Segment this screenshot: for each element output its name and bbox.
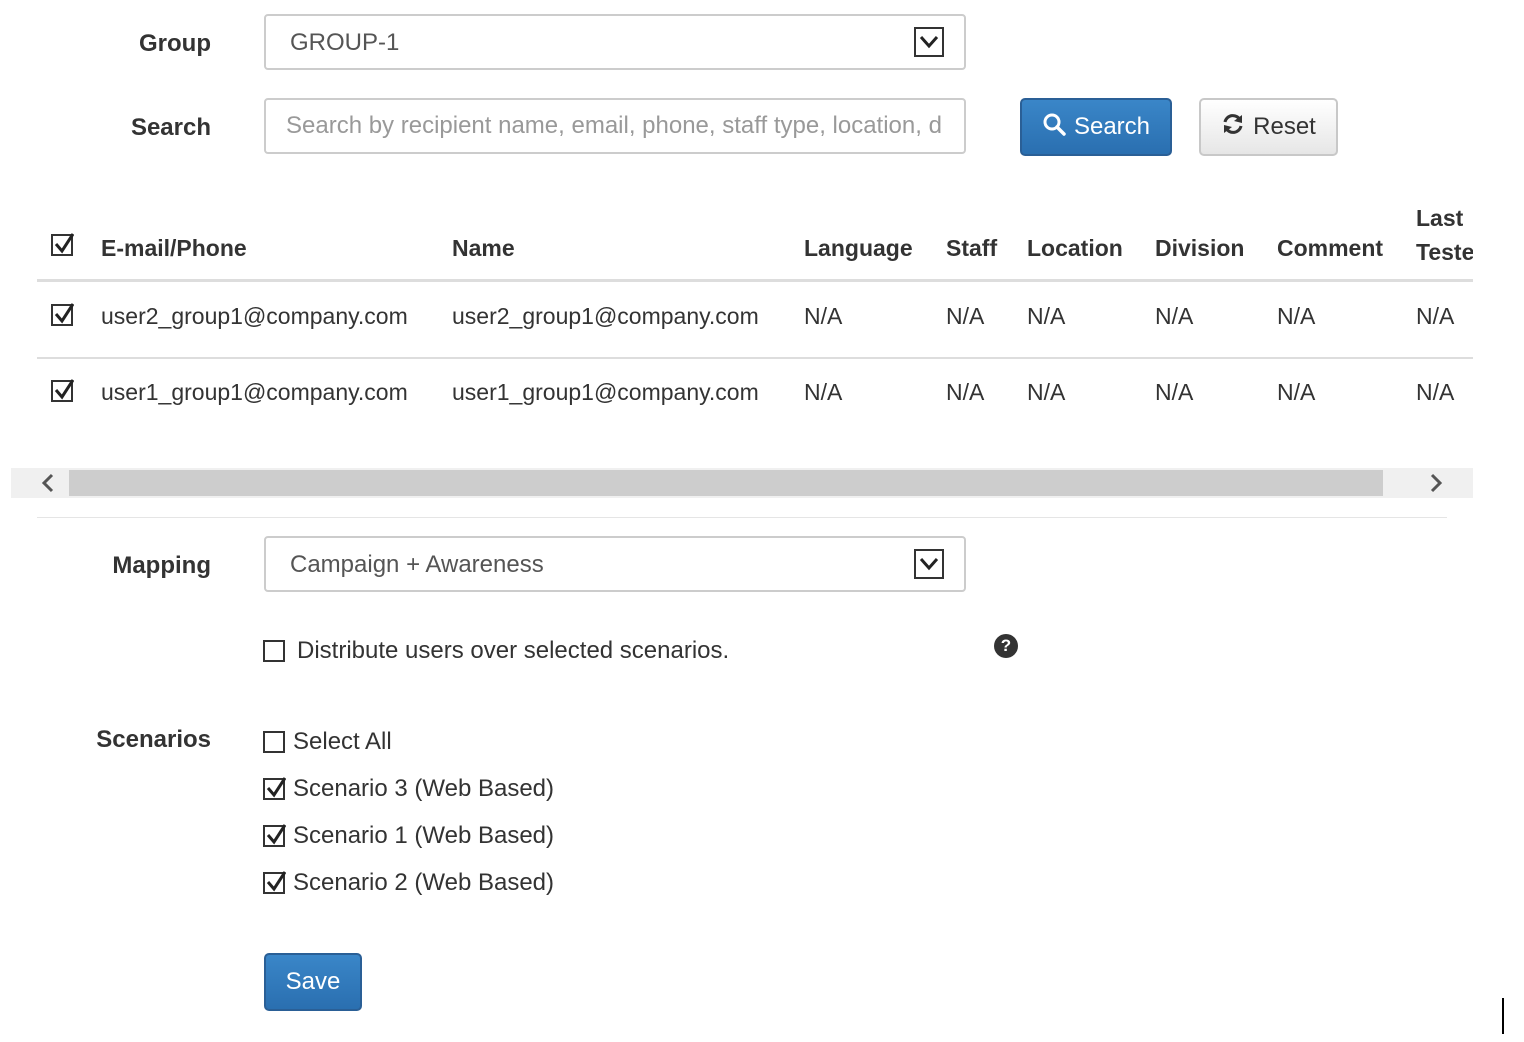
- scenario-label: Scenario 1 (Web Based): [293, 822, 555, 849]
- search-field-wrapper: [264, 98, 966, 154]
- reset-button[interactable]: Reset: [1199, 98, 1338, 156]
- column-header-last-tested[interactable]: Last Teste: [1416, 201, 1473, 269]
- cell-last-tested: N/A: [1416, 303, 1455, 329]
- recipients-table: E-mail/Phone Name Language Staff Locatio…: [37, 195, 1473, 435]
- cell-location: N/A: [1027, 379, 1066, 405]
- select-all-scenarios-checkbox[interactable]: [263, 731, 285, 753]
- cell-name: user2_group1@company.com: [452, 303, 759, 329]
- scenario-checkbox[interactable]: [263, 824, 286, 847]
- search-icon: [1042, 112, 1066, 143]
- cell-last-tested: N/A: [1416, 379, 1455, 405]
- scrollbar-thumb[interactable]: [69, 470, 1383, 496]
- distribute-users-option[interactable]: Distribute users over selected scenarios…: [263, 637, 729, 665]
- select-all-scenarios-option[interactable]: Select All: [263, 728, 392, 756]
- scenario-label: Scenario 3 (Web Based): [293, 775, 555, 802]
- scenario-label: Scenario 2 (Web Based): [293, 869, 555, 896]
- group-label: Group: [139, 30, 211, 57]
- mapping-select[interactable]: Campaign + Awareness: [264, 536, 966, 592]
- cell-name: user1_group1@company.com: [452, 379, 759, 405]
- column-header-comment[interactable]: Comment: [1277, 235, 1383, 262]
- cell-location: N/A: [1027, 303, 1066, 329]
- cell-comment: N/A: [1277, 379, 1316, 405]
- chevron-left-icon[interactable]: [33, 468, 63, 498]
- section-divider: [37, 517, 1447, 518]
- row-checkbox[interactable]: [51, 379, 74, 402]
- search-button-label: Search: [1073, 113, 1151, 140]
- cell-language: N/A: [804, 379, 843, 405]
- select-all-rows-checkbox[interactable]: [51, 233, 74, 256]
- search-input[interactable]: [266, 100, 964, 152]
- scenario-option[interactable]: Scenario 2 (Web Based): [263, 869, 554, 897]
- column-header-language[interactable]: Language: [804, 235, 913, 262]
- column-header-name[interactable]: Name: [452, 235, 515, 262]
- chevron-right-icon[interactable]: [1421, 468, 1451, 498]
- table-horizontal-scrollbar[interactable]: [11, 468, 1473, 498]
- column-header-email[interactable]: E-mail/Phone: [101, 235, 247, 262]
- search-label: Search: [130, 114, 211, 141]
- cell-division: N/A: [1155, 303, 1194, 329]
- save-button[interactable]: Save: [264, 953, 362, 1011]
- cell-comment: N/A: [1277, 303, 1316, 329]
- cell-staff: N/A: [946, 379, 985, 405]
- refresh-icon: [1221, 112, 1245, 143]
- scenario-option[interactable]: Scenario 3 (Web Based): [263, 775, 554, 803]
- search-button[interactable]: Search: [1020, 98, 1172, 156]
- column-header-location[interactable]: Location: [1027, 235, 1123, 262]
- scenarios-label: Scenarios: [96, 726, 211, 753]
- group-selected-value: GROUP-1: [290, 29, 400, 56]
- chevron-down-icon[interactable]: [914, 27, 944, 57]
- table-header-divider: [37, 279, 1473, 282]
- cell-email: user1_group1@company.com: [101, 379, 408, 405]
- text-cursor: [1502, 998, 1504, 1034]
- cell-division: N/A: [1155, 379, 1194, 405]
- cell-language: N/A: [804, 303, 843, 329]
- scenario-checkbox[interactable]: [263, 871, 286, 894]
- column-header-staff[interactable]: Staff: [946, 235, 997, 262]
- row-checkbox[interactable]: [51, 303, 74, 326]
- save-button-label: Save: [285, 968, 341, 995]
- group-select[interactable]: GROUP-1: [264, 14, 966, 70]
- cell-email: user2_group1@company.com: [101, 303, 408, 329]
- cell-staff: N/A: [946, 303, 985, 329]
- mapping-selected-value: Campaign + Awareness: [290, 551, 544, 578]
- chevron-down-icon[interactable]: [914, 549, 944, 579]
- reset-button-label: Reset: [1253, 113, 1316, 140]
- scenario-checkbox[interactable]: [263, 777, 286, 800]
- scenario-option[interactable]: Scenario 1 (Web Based): [263, 822, 554, 850]
- column-header-division[interactable]: Division: [1155, 235, 1244, 262]
- mapping-label: Mapping: [112, 552, 211, 579]
- question-circle-icon[interactable]: ?: [994, 634, 1018, 658]
- table-row-divider: [37, 357, 1473, 359]
- distribute-users-label: Distribute users over selected scenarios…: [297, 637, 730, 664]
- select-all-scenarios-label: Select All: [293, 728, 392, 755]
- distribute-users-checkbox[interactable]: [263, 640, 285, 662]
